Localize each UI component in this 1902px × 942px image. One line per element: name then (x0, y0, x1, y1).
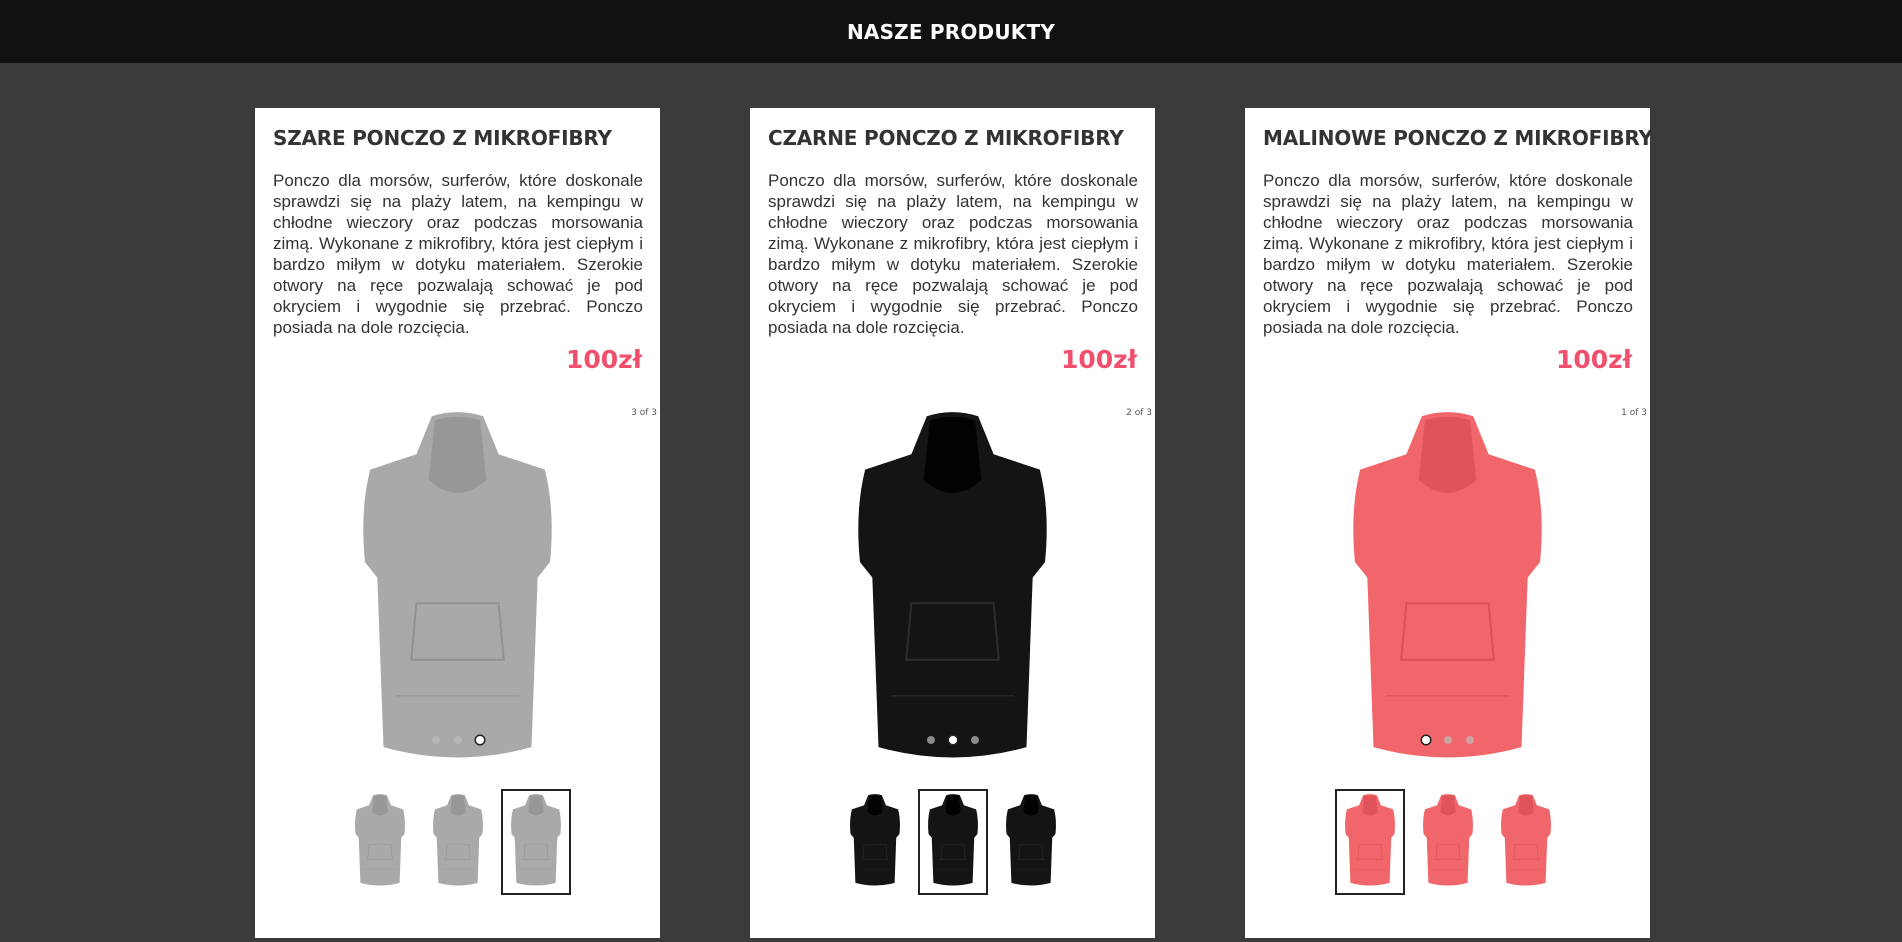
poncho-illustration (1353, 412, 1542, 758)
product-card-raspberry: MALINOWE PONCZO Z MIKROFIBRY Ponczo dla … (1245, 108, 1653, 938)
thumbnail-strip (255, 789, 660, 895)
poncho-illustration (1344, 794, 1395, 886)
poncho-illustration (849, 794, 900, 886)
slide-counter: 1 of 3 (1621, 408, 1647, 418)
thumbnail[interactable] (996, 789, 1066, 895)
poncho-illustration (432, 794, 483, 886)
product-title: SZARE PONCZO Z MIKROFIBRY (273, 126, 612, 150)
slide-dot[interactable] (453, 736, 462, 744)
product-price: 100zł (1060, 345, 1137, 374)
thumbnail[interactable] (840, 789, 910, 895)
thumbnail-strip (750, 789, 1155, 895)
product-description: Ponczo dla morsów, surferów, które dosko… (1263, 171, 1633, 337)
poncho-illustration (927, 794, 978, 886)
slide-dot[interactable] (970, 736, 979, 744)
slide-dot[interactable] (431, 736, 440, 744)
product-grid: SZARE PONCZO Z MIKROFIBRY Ponczo dla mor… (0, 63, 1902, 942)
poncho-illustration (1005, 794, 1056, 886)
poncho-illustration (363, 412, 552, 758)
top-bar: NASZE PRODUKTY (0, 0, 1902, 63)
slide-dot-active[interactable] (1421, 736, 1430, 744)
thumbnail[interactable] (1413, 789, 1483, 895)
thumbnail[interactable] (1491, 789, 1561, 895)
thumbnail-active[interactable] (500, 789, 571, 895)
thumbnail[interactable] (423, 789, 493, 895)
product-main-image[interactable] (1290, 408, 1605, 778)
slide-dot[interactable] (1443, 736, 1452, 744)
poncho-illustration (1422, 794, 1473, 886)
product-price: 100zł (1555, 345, 1632, 374)
slide-dots (1245, 736, 1650, 744)
slide-dot-active[interactable] (948, 736, 957, 744)
thumbnail-active[interactable] (1334, 789, 1405, 895)
thumbnail-strip (1245, 789, 1650, 895)
product-title: MALINOWE PONCZO Z MIKROFIBRY (1263, 126, 1653, 150)
product-main-image[interactable] (300, 408, 615, 778)
product-main-image[interactable] (795, 408, 1110, 778)
product-title: CZARNE PONCZO Z MIKROFIBRY (768, 126, 1124, 150)
poncho-illustration (354, 794, 405, 886)
slide-dots (750, 736, 1155, 744)
product-card-black: CZARNE PONCZO Z MIKROFIBRY Ponczo dla mo… (750, 108, 1155, 938)
thumbnail-active[interactable] (917, 789, 988, 895)
slide-dots (255, 736, 660, 744)
product-description: Ponczo dla morsów, surferów, które dosko… (768, 171, 1138, 337)
slide-dot[interactable] (926, 736, 935, 744)
poncho-illustration (1500, 794, 1551, 886)
product-price: 100zł (565, 345, 642, 374)
thumbnail[interactable] (345, 789, 415, 895)
slide-counter: 3 of 3 (631, 408, 657, 418)
product-description: Ponczo dla morsów, surferów, które dosko… (273, 171, 643, 337)
poncho-illustration (510, 794, 561, 886)
slide-dot-active[interactable] (475, 736, 484, 744)
slide-dot[interactable] (1465, 736, 1474, 744)
page-title: NASZE PRODUKTY (846, 19, 1056, 44)
slide-counter: 2 of 3 (1126, 408, 1152, 418)
poncho-illustration (858, 412, 1047, 758)
product-card-grey: SZARE PONCZO Z MIKROFIBRY Ponczo dla mor… (255, 108, 660, 938)
